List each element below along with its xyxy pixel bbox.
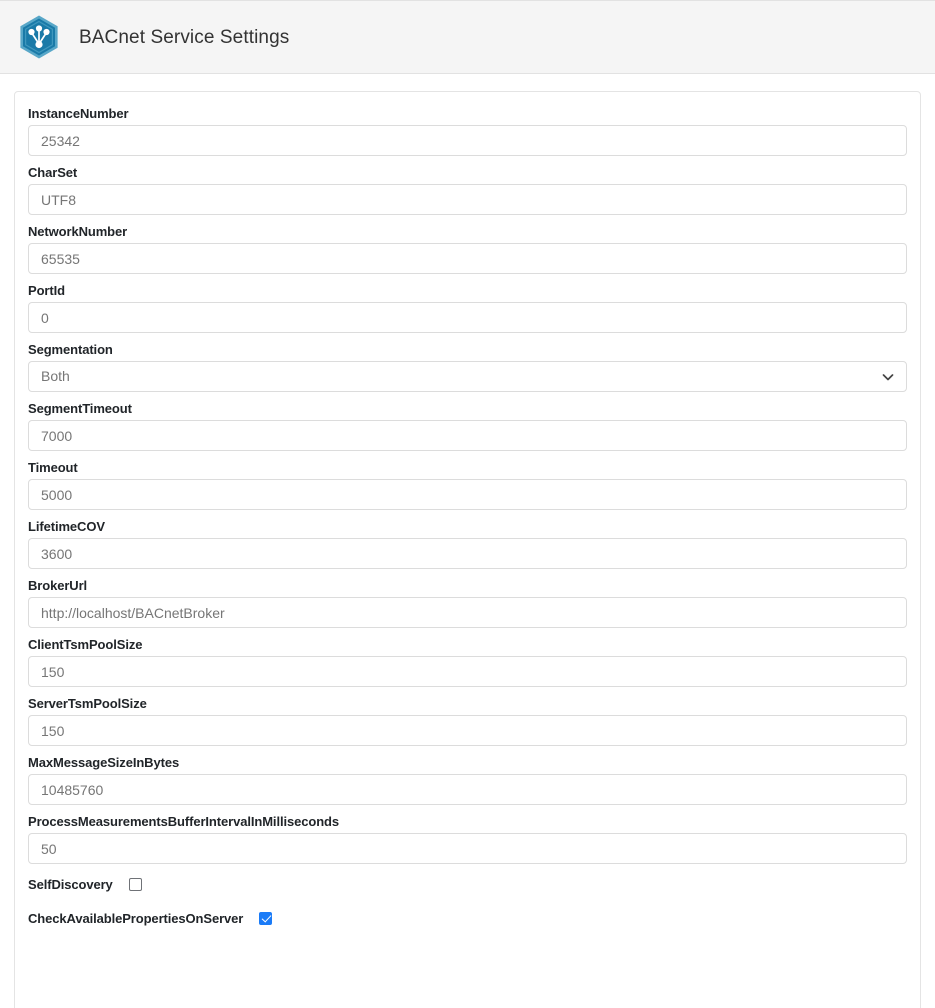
label-clienttsmpoolsize: ClientTsmPoolSize xyxy=(28,637,143,652)
label-instancenumber: InstanceNumber xyxy=(28,106,129,121)
checkbox-row-checkavailablepropertiesonserver: CheckAvailablePropertiesOnServer xyxy=(28,907,907,929)
segmentation-select-wrapper: Both xyxy=(28,361,907,392)
checkbox-checkavailablepropertiesonserver[interactable] xyxy=(259,911,273,925)
label-brokerurl: BrokerUrl xyxy=(28,578,88,593)
checkbox-selfdiscovery[interactable] xyxy=(128,877,142,891)
input-networknumber[interactable] xyxy=(28,243,907,274)
field-timeout: Timeout xyxy=(28,460,907,510)
input-lifetimecov[interactable] xyxy=(28,538,907,569)
input-maxmessagesizeinbytes[interactable] xyxy=(28,774,907,805)
input-charset[interactable] xyxy=(28,184,907,215)
field-segmenttimeout: SegmentTimeout xyxy=(28,401,907,451)
field-servertsmpoolsize: ServerTsmPoolSize xyxy=(28,696,907,746)
field-networknumber: NetworkNumber xyxy=(28,224,907,274)
input-timeout[interactable] xyxy=(28,479,907,510)
field-segmentation: Segmentation Both xyxy=(28,342,907,392)
checkbox-row-selfdiscovery: SelfDiscovery xyxy=(28,873,907,895)
field-brokerurl: BrokerUrl xyxy=(28,578,907,628)
input-segmenttimeout[interactable] xyxy=(28,420,907,451)
field-maxmessagesizeinbytes: MaxMessageSizeInBytes xyxy=(28,755,907,805)
select-segmentation[interactable]: Both xyxy=(28,361,907,392)
label-segmenttimeout: SegmentTimeout xyxy=(28,401,132,416)
label-processmeasurementsbufferinterval: ProcessMeasurementsBufferIntervalInMilli… xyxy=(28,814,340,829)
input-instancenumber[interactable] xyxy=(28,125,907,156)
input-processmeasurementsbufferinterval[interactable] xyxy=(28,833,907,864)
input-brokerurl[interactable] xyxy=(28,597,907,628)
bacnet-hexagon-network-icon xyxy=(20,15,58,59)
label-lifetimecov: LifetimeCOV xyxy=(28,519,105,534)
field-portid: PortId xyxy=(28,283,907,333)
input-clienttsmpoolsize[interactable] xyxy=(28,656,907,687)
label-maxmessagesizeinbytes: MaxMessageSizeInBytes xyxy=(28,755,180,770)
label-networknumber: NetworkNumber xyxy=(28,224,128,239)
field-clienttsmpoolsize: ClientTsmPoolSize xyxy=(28,637,907,687)
label-charset: CharSet xyxy=(28,165,78,180)
field-processmeasurementsbufferinterval: ProcessMeasurementsBufferIntervalInMilli… xyxy=(28,814,907,864)
label-timeout: Timeout xyxy=(28,460,78,475)
input-portid[interactable] xyxy=(28,302,907,333)
input-servertsmpoolsize[interactable] xyxy=(28,715,907,746)
page-title: BACnet Service Settings xyxy=(79,26,290,48)
field-instancenumber: InstanceNumber xyxy=(28,106,907,156)
label-servertsmpoolsize: ServerTsmPoolSize xyxy=(28,696,147,711)
field-lifetimecov: LifetimeCOV xyxy=(28,519,907,569)
label-segmentation: Segmentation xyxy=(28,342,113,357)
app-header: BACnet Service Settings xyxy=(0,0,935,74)
label-checkavailablepropertiesonserver: CheckAvailablePropertiesOnServer xyxy=(28,910,244,926)
settings-card: InstanceNumber CharSet NetworkNumber Por… xyxy=(14,91,921,1008)
label-portid: PortId xyxy=(28,283,65,298)
field-charset: CharSet xyxy=(28,165,907,215)
label-selfdiscovery: SelfDiscovery xyxy=(28,876,113,892)
